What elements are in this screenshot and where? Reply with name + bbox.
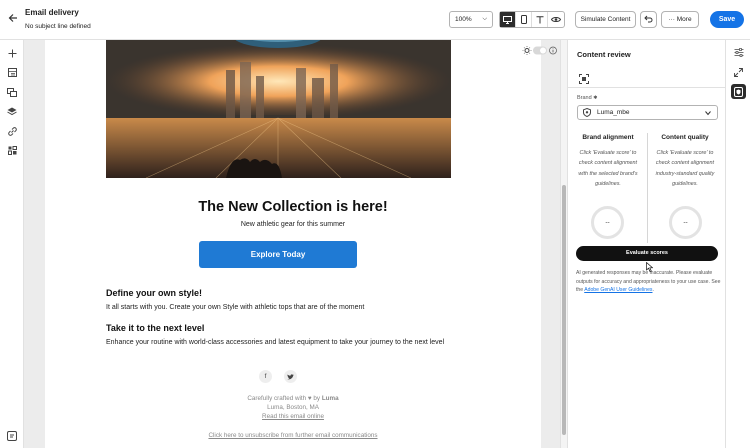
mouse-cursor-icon xyxy=(646,259,654,277)
hero-image xyxy=(106,40,451,178)
brand-alignment-text: Click 'Evaluate score' to check content … xyxy=(578,150,638,187)
panel-divider xyxy=(568,87,726,88)
help-icon[interactable] xyxy=(5,429,19,443)
mobile-icon[interactable] xyxy=(516,12,532,27)
save-button[interactable]: Save xyxy=(710,11,744,28)
section2-title[interactable]: Take it to the next level xyxy=(106,323,204,333)
email-headline[interactable]: The New Collection is here! xyxy=(45,199,541,215)
plus-icon[interactable] xyxy=(5,46,19,60)
brand-select[interactable]: Luma_mbe xyxy=(577,105,718,120)
footer-crafted: Carefully crafted with ♥ by Luma xyxy=(45,395,541,402)
email-subhead[interactable]: New athletic gear for this summer xyxy=(45,221,541,228)
canvas-scrollbar[interactable] xyxy=(560,40,567,448)
zoom-value: 100% xyxy=(455,16,472,23)
eye-preview-icon[interactable] xyxy=(548,12,564,27)
expand-icon[interactable] xyxy=(731,65,746,80)
brand-alignment-title: Brand alignment xyxy=(582,134,634,141)
right-toolbar xyxy=(725,40,750,448)
brand-value: Luma_mbe xyxy=(597,109,630,116)
ellipsis-icon: ··· xyxy=(668,16,675,23)
brand-label-text: Brand xyxy=(577,95,592,101)
text-mode-icon[interactable] xyxy=(532,12,548,27)
read-online-link[interactable]: Read this email online xyxy=(262,413,324,420)
assets-icon[interactable] xyxy=(5,85,19,99)
chevron-down-icon: ⌵ xyxy=(482,16,487,22)
page-title: Email delivery xyxy=(25,8,79,17)
quality-score-gauge: -- xyxy=(669,206,702,239)
content-quality-text: Click 'Evaluate score' to check content … xyxy=(655,150,715,187)
info-icon xyxy=(549,46,557,55)
brand-label: Brand ✱ xyxy=(577,95,598,101)
chevron-down-icon xyxy=(705,106,711,121)
email-canvas: The New Collection is here! New athletic… xyxy=(24,40,560,448)
content-quality-title: Content quality xyxy=(661,134,709,141)
heart-icon: ♥ xyxy=(307,395,312,402)
content-review-icon[interactable] xyxy=(731,84,746,99)
footer-by-text: by xyxy=(313,395,321,402)
panel-title: Content review xyxy=(577,50,631,59)
fragments-icon[interactable] xyxy=(5,143,19,157)
scrollbar-thumb[interactable] xyxy=(562,185,566,435)
footer-address: Luma, Boston, MA xyxy=(267,404,319,411)
device-preview-group xyxy=(499,11,565,28)
layers-icon[interactable] xyxy=(5,104,19,118)
desktop-icon[interactable] xyxy=(500,12,516,27)
section2-text[interactable]: Enhance your routine with world-class ac… xyxy=(106,337,456,348)
top-header: Email delivery No subject line defined 1… xyxy=(0,0,750,40)
column-divider xyxy=(647,133,648,243)
footer-crafted-text: Carefully crafted with xyxy=(247,395,307,402)
footer-brand: Luma xyxy=(321,395,339,402)
more-label: More xyxy=(676,16,692,23)
unsubscribe-link[interactable]: Click here to unsubscribe from further e… xyxy=(208,432,377,439)
email-body: The New Collection is here! New athletic… xyxy=(45,40,541,448)
dark-mode-toggle[interactable] xyxy=(522,43,558,61)
structure-icon[interactable] xyxy=(5,65,19,79)
back-arrow-icon[interactable] xyxy=(5,11,21,27)
simulate-content-button[interactable]: Simulate Content xyxy=(575,11,636,28)
undo-button[interactable] xyxy=(640,11,657,28)
sun-icon xyxy=(522,46,532,55)
page-subtitle: No subject line defined xyxy=(25,23,91,30)
content-review-panel: Content review Brand ✱ Luma_mbe Brand al… xyxy=(567,40,726,448)
footer-link-row: Read this email online xyxy=(45,413,541,420)
brand-score-gauge: -- xyxy=(591,206,624,239)
explore-today-button[interactable]: Explore Today xyxy=(199,241,357,268)
footer-unsubscribe-row: Click here to unsubscribe from further e… xyxy=(45,432,541,439)
facebook-icon[interactable]: f xyxy=(259,370,272,383)
left-toolbar xyxy=(0,40,24,448)
genai-guidelines-link[interactable]: Adobe GenAI User Guidelines xyxy=(584,287,652,293)
section1-text[interactable]: It all starts with you. Create your own … xyxy=(106,302,456,313)
more-button[interactable]: ··· More xyxy=(661,11,699,28)
twitter-icon[interactable] xyxy=(284,370,297,383)
settings-sliders-icon[interactable] xyxy=(731,45,746,60)
section1-title[interactable]: Define your own style! xyxy=(106,288,202,298)
facebook-letter: f xyxy=(264,373,267,380)
shield-icon xyxy=(583,107,591,122)
zoom-select[interactable]: 100% ⌵ xyxy=(449,11,493,28)
link-icon[interactable] xyxy=(5,124,19,138)
undo-icon xyxy=(644,15,653,25)
disclaimer-end: . xyxy=(652,287,654,293)
